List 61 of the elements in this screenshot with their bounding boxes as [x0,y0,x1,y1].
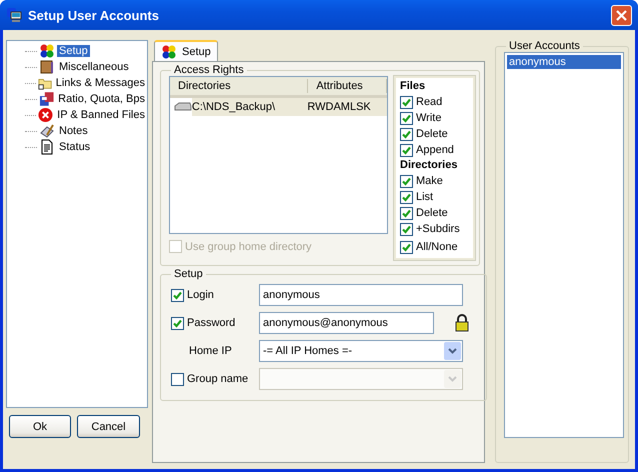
checkbox-label: Use group home directory [185,240,312,252]
checkbox[interactable] [400,128,413,140]
checkbox[interactable] [400,206,413,220]
ok-button[interactable]: Ok [9,415,71,438]
section-heading: Directories [400,159,458,171]
error-icon [38,107,54,123]
checkbox-label: Write [416,112,442,124]
colored-balls-icon [39,43,55,59]
tree-item[interactable]: Links & Messages [54,77,147,89]
checkbox[interactable] [171,316,184,330]
group-title: User Accounts [508,40,581,52]
checkbox[interactable] [400,222,413,236]
section-heading: Files [400,80,426,92]
group-title: Access Rights [173,64,245,76]
column-header[interactable]: Directories [170,79,308,93]
checkbox[interactable] [400,96,413,108]
document-icon [39,139,55,155]
checkbox[interactable] [400,112,413,124]
checkbox-label: Make [416,175,443,187]
checkbox[interactable] [400,144,413,156]
column-header[interactable]: Attributes [308,79,387,93]
checkbox-label: Delete [416,128,448,140]
input-field[interactable]: anonymous [259,284,463,306]
tab[interactable]: Setup [154,40,218,61]
tree-item[interactable]: Status [57,141,92,153]
input-field[interactable]: anonymous@anonymous [259,312,434,334]
table-cell: RWDAMLSK [307,98,387,116]
field-label: Home IP [188,345,233,357]
list-item[interactable]: anonymous [507,55,621,69]
checkbox[interactable] [400,190,413,204]
colored-balls-icon [161,44,177,60]
window-title: Setup User Accounts [28,8,160,22]
tree-item[interactable]: IP & Banned Files [55,109,147,121]
checkbox-label: Delete [416,207,448,219]
app-icon [6,7,22,23]
checkbox-label: Read [416,96,442,108]
drive-icon [174,102,192,112]
checkbox-label: Group name [187,373,248,385]
tree-item[interactable]: Notes [57,125,90,137]
group-title: Setup [173,268,204,280]
floppy-disks-icon [38,91,54,107]
tree-item[interactable]: Miscellaneous [57,61,131,73]
checkbox-label: All/None [416,241,458,253]
table-cell[interactable]: C:\NDS_Backup\ [192,98,308,116]
pen-icon [39,123,55,139]
checkbox-label: Append [416,144,454,156]
checkbox[interactable] [400,174,413,188]
padlock-icon [455,314,469,332]
dropdown[interactable]: -= All IP Homes =- [259,340,463,362]
checkbox-label: List [416,191,434,203]
tree-item[interactable]: Ratio, Quota, Bps [56,93,147,105]
checkbox[interactable] [400,240,413,254]
close-icon [616,10,627,20]
checkbox-label: Password [187,317,236,329]
checkbox-label: +Subdirs [416,223,460,235]
close-button[interactable] [611,4,632,26]
cancel-button[interactable]: Cancel [77,415,140,438]
checkbox[interactable] [171,288,184,302]
book-icon [39,59,55,75]
checkbox-label: Login [187,289,214,301]
tree-item[interactable]: Setup [57,45,90,57]
